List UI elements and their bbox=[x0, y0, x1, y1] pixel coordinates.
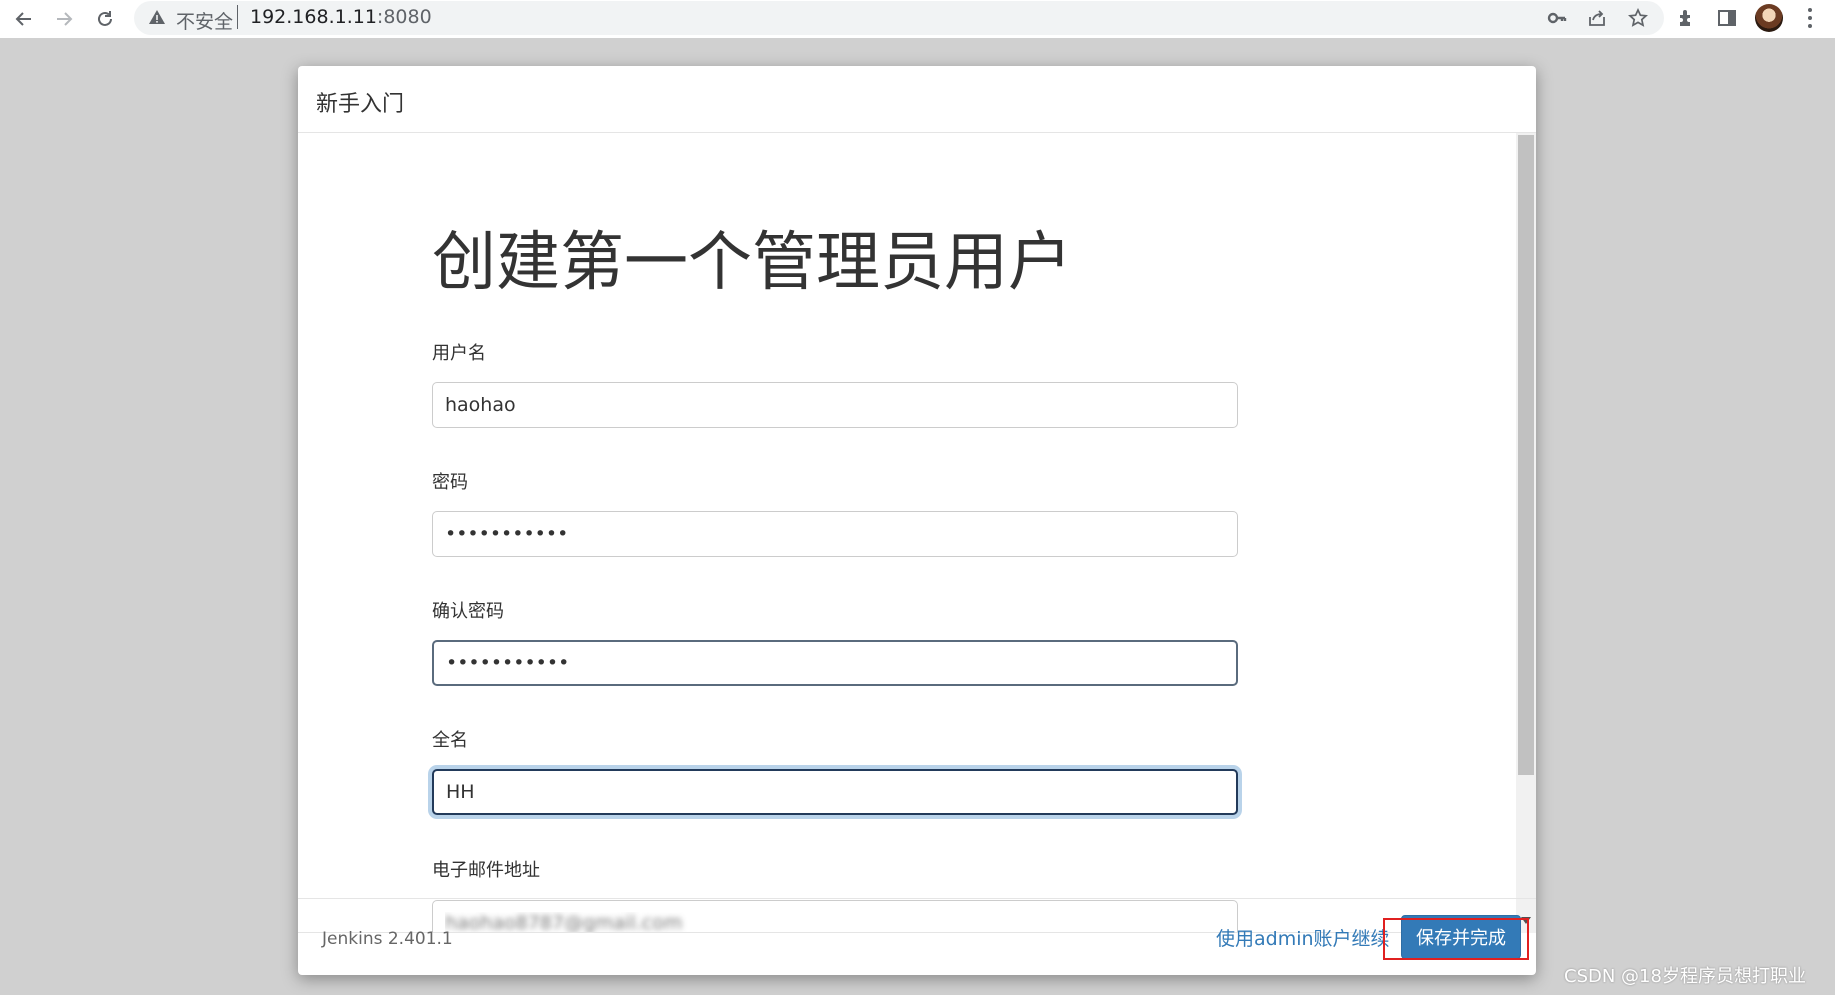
continue-as-admin-link[interactable]: 使用admin账户继续 bbox=[1216, 924, 1390, 951]
full-name-label: 全名 bbox=[432, 730, 468, 751]
url-port: :8080 bbox=[376, 6, 432, 28]
profile-avatar[interactable] bbox=[1755, 4, 1783, 32]
side-panel-icon[interactable] bbox=[1716, 7, 1738, 29]
email-label: 电子邮件地址 bbox=[432, 860, 540, 881]
security-label[interactable]: 不安全 bbox=[176, 7, 233, 34]
menu-icon[interactable] bbox=[1800, 6, 1820, 30]
jenkins-version: Jenkins 2.401.1 bbox=[322, 929, 453, 949]
username-input[interactable] bbox=[432, 382, 1238, 428]
omnibox-divider bbox=[237, 5, 238, 29]
warning-icon[interactable] bbox=[148, 8, 166, 26]
extensions-icon[interactable] bbox=[1676, 7, 1698, 29]
share-icon[interactable] bbox=[1587, 8, 1607, 28]
confirm-password-input[interactable] bbox=[432, 640, 1238, 686]
bookmark-star-icon[interactable] bbox=[1628, 8, 1648, 28]
confirm-password-label: 确认密码 bbox=[432, 601, 504, 622]
full-name-input[interactable] bbox=[432, 769, 1238, 815]
key-icon[interactable] bbox=[1547, 8, 1567, 28]
reload-icon[interactable] bbox=[91, 5, 119, 33]
dialog-header: 新手入门 bbox=[298, 66, 1536, 133]
forward-icon[interactable] bbox=[50, 5, 78, 33]
dialog-title: 新手入门 bbox=[316, 92, 405, 117]
back-icon[interactable] bbox=[10, 5, 38, 33]
dialog-footer: Jenkins 2.401.1 使用admin账户继续 保存并完成 bbox=[298, 898, 1536, 975]
annotation-highlight-box bbox=[1383, 918, 1529, 960]
password-label: 密码 bbox=[432, 472, 468, 493]
username-label: 用户名 bbox=[432, 343, 486, 364]
page-heading: 创建第一个管理员用户 bbox=[432, 226, 1072, 300]
scrollbar[interactable] bbox=[1516, 133, 1536, 933]
scrollbar-thumb[interactable] bbox=[1518, 135, 1534, 775]
url-text[interactable]: 192.168.1.11:8080 bbox=[250, 6, 432, 28]
password-input[interactable] bbox=[432, 511, 1238, 557]
dialog-body: 创建第一个管理员用户 用户名 密码 确认密码 全名 电子邮件地址 bbox=[298, 133, 1516, 933]
url-host: 192.168.1.11 bbox=[250, 6, 377, 28]
csdn-watermark: CSDN @18岁程序员想打职业 bbox=[1564, 966, 1806, 987]
browser-toolbar: 不安全 192.168.1.11:8080 bbox=[0, 0, 1835, 38]
setup-dialog: 新手入门 创建第一个管理员用户 用户名 密码 确认密码 全名 电子邮件地址 Je… bbox=[298, 66, 1536, 975]
